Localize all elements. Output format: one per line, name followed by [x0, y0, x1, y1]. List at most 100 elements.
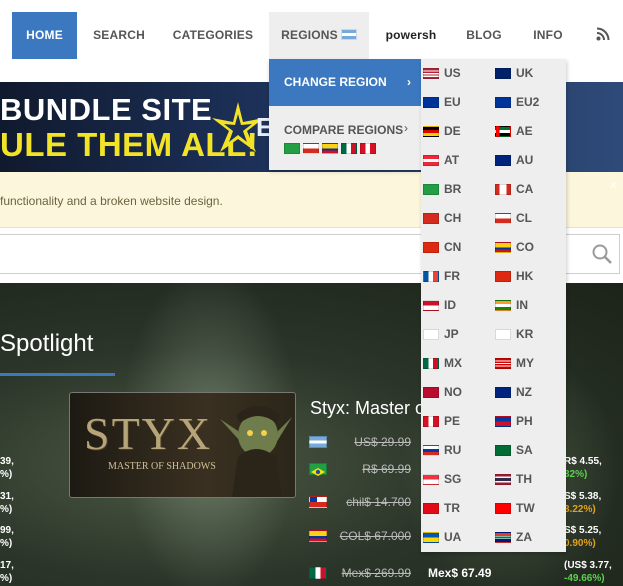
region-label: BR	[444, 182, 462, 196]
region-label: TR	[444, 501, 460, 515]
region-item-sa[interactable]: SA	[495, 436, 563, 465]
ph-flag-icon	[495, 416, 511, 427]
region-item-co[interactable]: CO	[495, 233, 563, 262]
price-old: COL$ 67.000	[339, 529, 411, 543]
region-item-in[interactable]: IN	[495, 291, 563, 320]
region-item-ph[interactable]: PH	[495, 407, 563, 436]
us-flag-icon	[423, 68, 439, 79]
side-price: 39, %)	[0, 455, 14, 481]
side-price-value: S$ 5.38,	[564, 491, 602, 502]
region-item-eu[interactable]: EU	[423, 88, 491, 117]
colombia-flag-icon	[309, 530, 327, 542]
chile-flag-icon	[309, 496, 327, 508]
region-item-th[interactable]: TH	[495, 465, 563, 494]
jp-flag-icon	[423, 329, 439, 340]
sg-flag-icon	[423, 474, 439, 485]
change-region-item[interactable]: CHANGE REGION ›	[269, 59, 421, 106]
region-label: EU2	[516, 95, 540, 109]
search-icon[interactable]	[591, 243, 613, 265]
region-item-nz[interactable]: NZ	[495, 378, 563, 407]
region-label: UA	[444, 530, 462, 544]
region-item-tw[interactable]: TW	[495, 494, 563, 523]
region-item-fr[interactable]: FR	[423, 262, 491, 291]
region-item-ch[interactable]: CH	[423, 204, 491, 233]
nav-regions[interactable]: REGIONS	[269, 12, 369, 59]
tw-flag-icon	[495, 503, 511, 514]
banner-line1: BUNDLE SITE	[0, 92, 213, 127]
game-title[interactable]: Styx: Master o	[310, 398, 425, 419]
region-label: SA	[516, 443, 533, 457]
region-item-jp[interactable]: JP	[423, 320, 491, 349]
regions-dropdown: CHANGE REGION › COMPARE REGIONS ›	[269, 59, 421, 170]
side-price-pct: %)	[0, 504, 13, 515]
notice-close-icon[interactable]: ×	[610, 178, 617, 192]
region-item-mx[interactable]: MX	[423, 349, 491, 378]
region-item-za[interactable]: ZA	[495, 523, 563, 552]
region-item-eu2[interactable]: EU2	[495, 88, 563, 117]
region-item-br[interactable]: BR	[423, 175, 491, 204]
price-old: chil$ 14.700	[346, 495, 411, 509]
nav-categories[interactable]: CATEGORIES	[166, 12, 260, 59]
spotlight-underline	[0, 373, 115, 376]
nav-home[interactable]: HOME	[12, 12, 77, 59]
ae-flag-icon	[495, 126, 511, 137]
nav-blog[interactable]: BLOG	[458, 12, 510, 59]
ca-flag-icon	[495, 184, 511, 195]
region-item-cn[interactable]: CN	[423, 233, 491, 262]
region-item-ca[interactable]: CA	[495, 175, 563, 204]
region-item-cl[interactable]: CL	[495, 204, 563, 233]
side-price-pct: 0.90%)	[564, 538, 596, 549]
nav-user[interactable]: powersh	[380, 12, 442, 59]
side-price: R$ 4.55, 32%)	[564, 455, 602, 481]
region-item-at[interactable]: AT	[423, 146, 491, 175]
rss-icon[interactable]	[588, 12, 618, 59]
side-price-pct: -49.66%)	[564, 573, 605, 584]
compare-regions-item[interactable]: COMPARE REGIONS	[284, 123, 403, 137]
region-item-ae[interactable]: AE	[495, 117, 563, 146]
region-label: CA	[516, 182, 534, 196]
region-item-tr[interactable]: TR	[423, 494, 491, 523]
nav-search[interactable]: SEARCH	[88, 12, 150, 59]
region-label: NO	[444, 385, 462, 399]
region-item-no[interactable]: NO	[423, 378, 491, 407]
side-price-value: 39,	[0, 456, 14, 467]
region-item-id[interactable]: ID	[423, 291, 491, 320]
region-label: FR	[444, 269, 460, 283]
peru-flag-icon	[360, 143, 376, 154]
price-row: US$ 29.99	[309, 432, 419, 452]
chevron-right-icon: ›	[404, 121, 408, 135]
side-price-pct: %)	[0, 538, 13, 549]
region-item-my[interactable]: MY	[495, 349, 563, 378]
region-label: TW	[516, 501, 535, 515]
region-item-hk[interactable]: HK	[495, 262, 563, 291]
region-item-pe[interactable]: PE	[423, 407, 491, 436]
argentina-flag-icon	[309, 436, 327, 448]
region-item-au[interactable]: AU	[495, 146, 563, 175]
region-label: NZ	[516, 385, 532, 399]
notice-text: functionality and a broken website desig…	[0, 194, 223, 208]
goblin-character-icon	[220, 406, 292, 497]
region-item-kr[interactable]: KR	[495, 320, 563, 349]
region-item-uk[interactable]: UK	[495, 59, 563, 88]
price-row: chil$ 14.700	[309, 492, 419, 512]
region-item-us[interactable]: US	[423, 59, 491, 88]
price-old: Mex$ 269.99	[341, 566, 411, 580]
region-label: PE	[444, 414, 461, 428]
brazil-flag-icon	[284, 143, 300, 154]
region-label: HK	[516, 269, 534, 283]
region-label: AE	[516, 124, 533, 138]
fr-flag-icon	[423, 271, 439, 282]
region-item-de[interactable]: DE	[423, 117, 491, 146]
br-flag-icon	[423, 184, 439, 195]
region-item-sg[interactable]: SG	[423, 465, 491, 494]
sa-flag-icon	[495, 445, 511, 456]
nav-info[interactable]: INFO	[522, 12, 574, 59]
nav-regions-label: REGIONS	[281, 28, 338, 42]
region-label: SG	[444, 472, 462, 486]
side-price: 99, %)	[0, 524, 14, 550]
region-label: CL	[516, 211, 532, 225]
region-label: RU	[444, 443, 462, 457]
region-item-ru[interactable]: RU	[423, 436, 491, 465]
game-cover-image[interactable]: STYX MASTER OF SHADOWS	[69, 392, 296, 498]
region-item-ua[interactable]: UA	[423, 523, 491, 552]
